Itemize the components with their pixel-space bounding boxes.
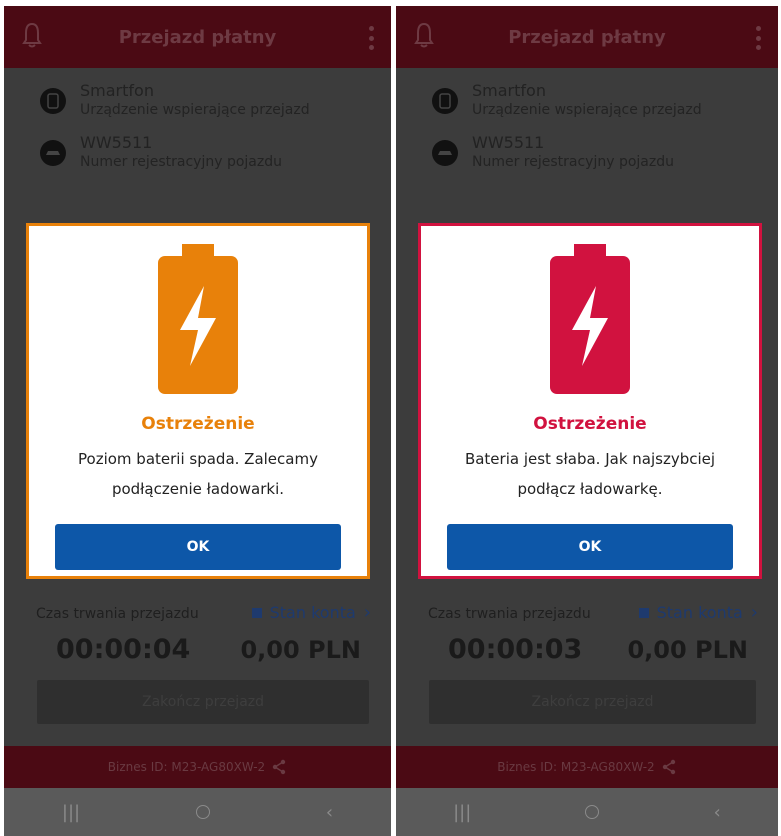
kebab-menu-icon[interactable]: [756, 26, 762, 50]
business-id: Biznes ID: M23-AG80XW-2: [497, 760, 655, 774]
dialog-title: Ostrzeżenie: [141, 414, 255, 434]
plate-number: WW5511: [472, 133, 545, 152]
warning-dialog: Ostrzeżenie Bateria jest słaba. Jak najs…: [418, 223, 762, 579]
smartphone-icon: [40, 88, 66, 114]
plate-number: WW5511: [80, 133, 153, 152]
header-title: Przejazd płatny: [118, 26, 277, 48]
timer-label: Czas trwania przejazdu: [428, 606, 591, 622]
system-nav-bar: ||| ‹: [4, 788, 391, 836]
car-icon: [40, 140, 66, 166]
share-icon[interactable]: [661, 759, 677, 775]
bell-icon[interactable]: [414, 22, 434, 48]
account-balance-link[interactable]: Stan konta ›: [251, 602, 371, 623]
home-icon[interactable]: [585, 805, 600, 819]
plate-row: WW5511 Numer rejestracyjny pojazdu: [40, 134, 282, 172]
device-row: Smartfon Urządzenie wspierające przejazd: [40, 82, 310, 120]
bell-icon[interactable]: [22, 22, 42, 48]
back-icon[interactable]: ‹: [326, 802, 333, 823]
phone-screen-right: Przejazd płatny Smartfon Urządzenie wspi…: [396, 6, 778, 836]
kebab-menu-icon[interactable]: [369, 26, 375, 50]
back-icon[interactable]: ‹: [714, 802, 721, 823]
plate-row: WW5511 Numer rejestracyjny pojazdu: [432, 134, 674, 172]
car-icon: [432, 140, 458, 166]
chevron-right-icon: ›: [363, 602, 371, 623]
battery-charging-icon: [550, 244, 630, 394]
device-description: Urządzenie wspierające przejazd: [80, 102, 310, 118]
recent-apps-icon[interactable]: |||: [453, 802, 471, 823]
business-id-bar: Biznes ID: M23-AG80XW-2: [396, 746, 778, 788]
account-link-label: Stan konta: [269, 603, 356, 622]
ok-button[interactable]: OK: [447, 524, 733, 570]
amount-value: 0,00 PLN: [240, 636, 361, 664]
phone-screen-left: Przejazd płatny Smartfon Urządzenie wspi…: [4, 6, 391, 836]
dialog-message: Bateria jest słaba. Jak najszybciej podł…: [464, 450, 716, 498]
elapsed-time: 00:00:04: [56, 634, 191, 665]
end-trip-button[interactable]: Zakończ przejazd: [429, 680, 756, 724]
plate-description: Numer rejestracyjny pojazdu: [472, 154, 674, 170]
device-name: Smartfon: [80, 81, 154, 100]
wallet-icon: [251, 607, 262, 618]
account-link-label: Stan konta: [656, 603, 743, 622]
smartphone-icon: [432, 88, 458, 114]
dialog-message: Poziom baterii spada. Zalecamy podłączen…: [78, 450, 318, 498]
share-icon[interactable]: [271, 759, 287, 775]
plate-description: Numer rejestracyjny pojazdu: [80, 154, 282, 170]
home-icon[interactable]: [195, 805, 210, 819]
warning-dialog: Ostrzeżenie Poziom baterii spada. Zaleca…: [26, 223, 370, 579]
account-balance-link[interactable]: Stan konta ›: [638, 602, 758, 623]
device-name: Smartfon: [472, 81, 546, 100]
header-title: Przejazd płatny: [508, 26, 666, 48]
amount-value: 0,00 PLN: [627, 636, 748, 664]
recent-apps-icon[interactable]: |||: [62, 802, 80, 823]
dialog-title: Ostrzeżenie: [533, 414, 647, 434]
app-header: Przejazd płatny: [396, 6, 778, 68]
wallet-icon: [638, 607, 649, 618]
business-id: Biznes ID: M23-AG80XW-2: [107, 760, 266, 774]
system-nav-bar: ||| ‹: [396, 788, 778, 836]
device-description: Urządzenie wspierające przejazd: [472, 102, 702, 118]
business-id-bar: Biznes ID: M23-AG80XW-2: [4, 746, 391, 788]
timer-label: Czas trwania przejazdu: [36, 606, 199, 622]
ok-button[interactable]: OK: [55, 524, 341, 570]
app-header: Przejazd płatny: [4, 6, 391, 68]
elapsed-time: 00:00:03: [448, 634, 583, 665]
end-trip-button[interactable]: Zakończ przejazd: [37, 680, 369, 724]
device-row: Smartfon Urządzenie wspierające przejazd: [432, 82, 702, 120]
chevron-right-icon: ›: [750, 602, 758, 623]
battery-charging-icon: [158, 244, 238, 394]
